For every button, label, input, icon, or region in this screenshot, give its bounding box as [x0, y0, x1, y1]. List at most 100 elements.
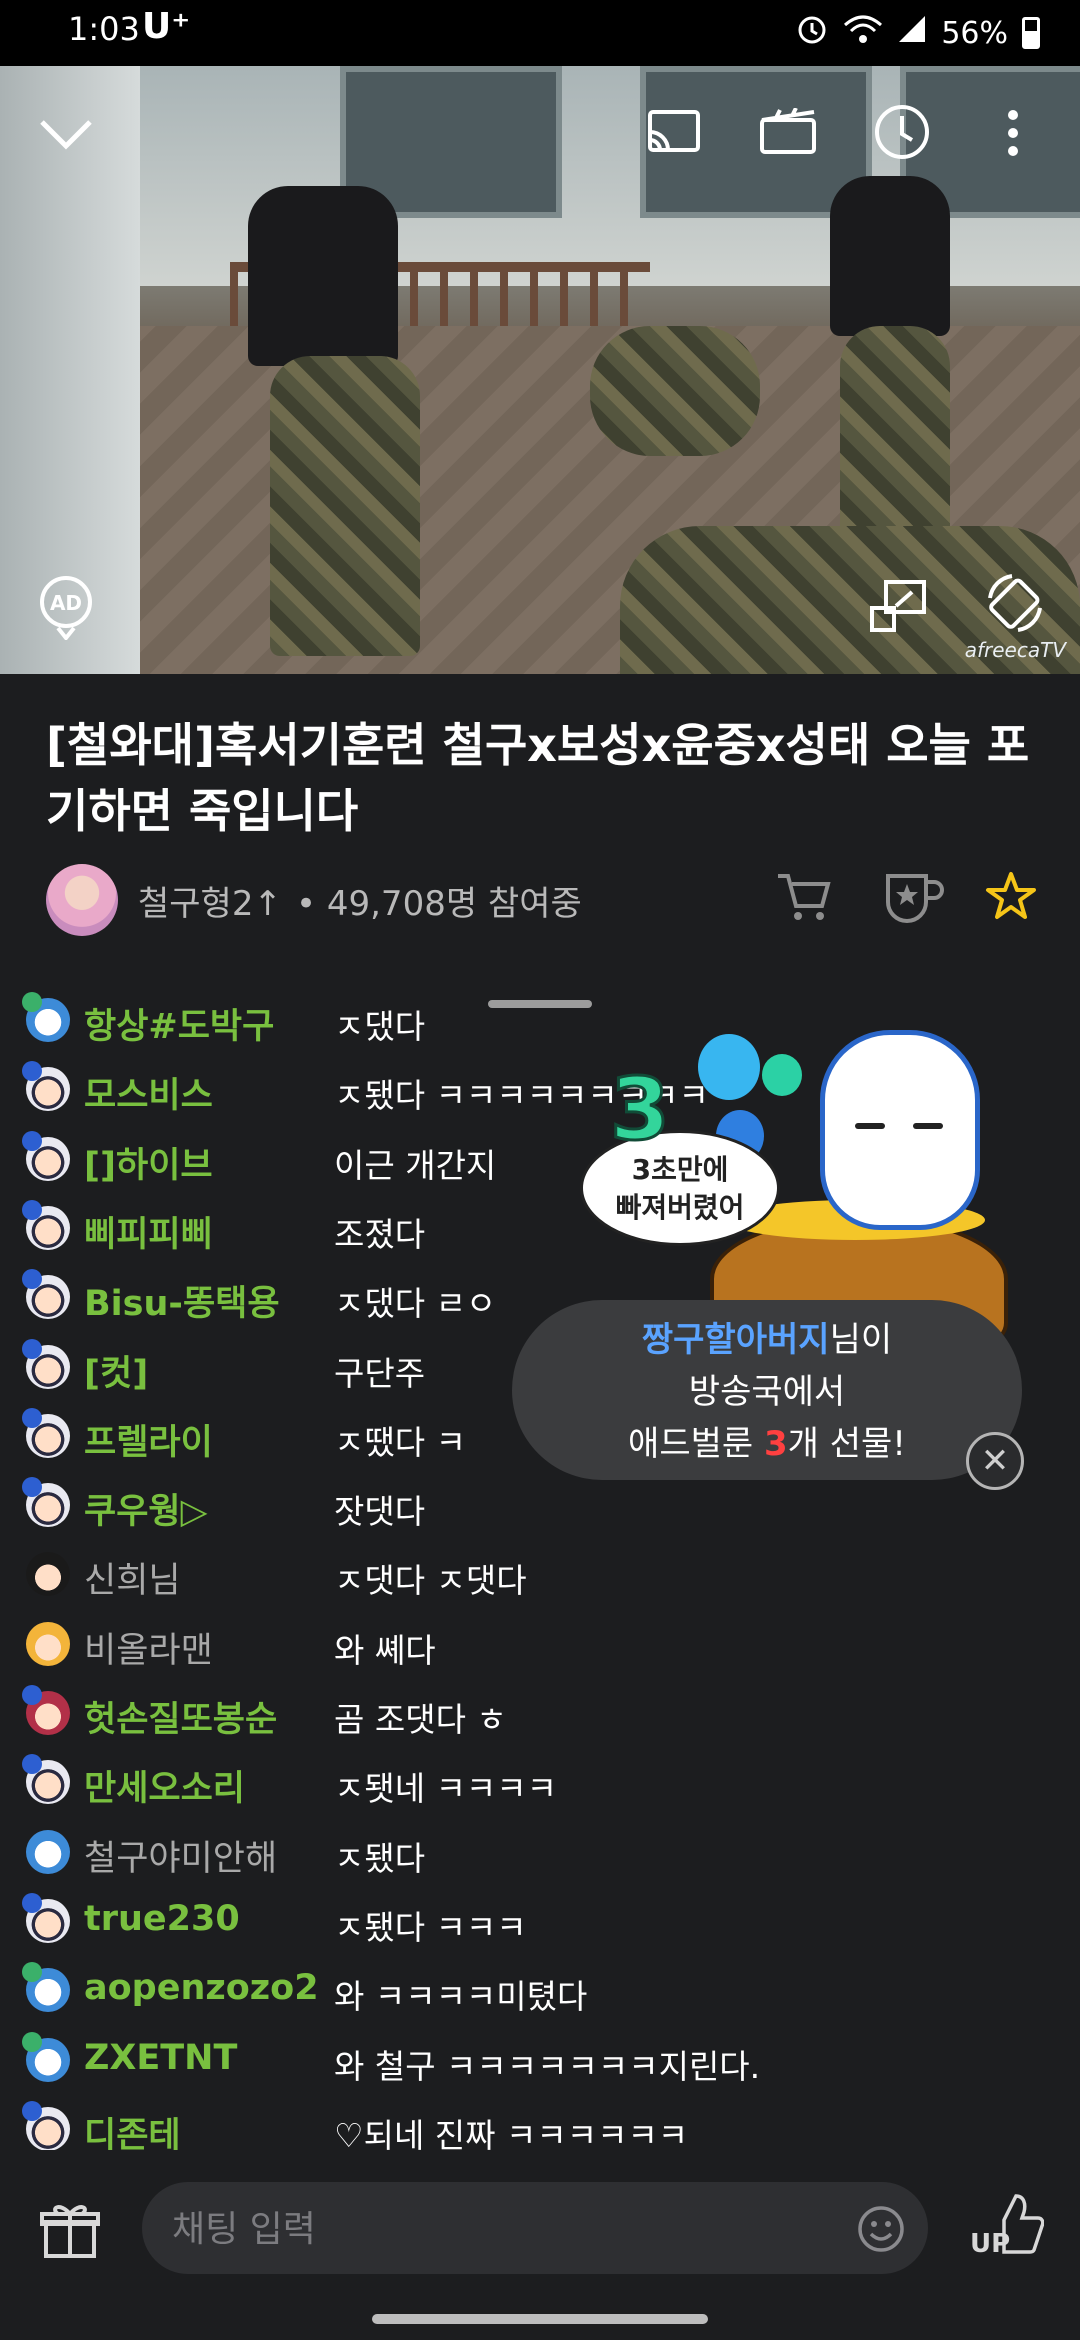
chat-text: ㅈ됐다 [334, 1838, 426, 1878]
user-badge-icon [26, 1552, 70, 1597]
chat-message[interactable]: 만세오소리 ㅈ됏네 ㅋㅋㅋㅋ [22, 1754, 1066, 1814]
user-badge-icon [22, 1685, 70, 1735]
video-player[interactable]: AD afreecaTV [0, 66, 1080, 674]
user-badge-icon [22, 1962, 70, 2013]
chat-username[interactable]: 비올라맨 [84, 1622, 213, 1673]
up-thumb-icon[interactable]: UP [968, 2190, 1045, 2264]
user-badge-icon [22, 1754, 70, 1805]
fan-badge-icon [22, 992, 42, 1012]
user-badge-icon [26, 1621, 70, 1666]
chat-username[interactable]: 철구야미안해 [84, 1830, 277, 1881]
fan-badge-icon [22, 2031, 42, 2052]
gifter-name[interactable]: 짱구할아버지 [642, 1320, 830, 1360]
afreeca-watermark: afreecaTV [964, 638, 1066, 662]
user-badge-icon [22, 1407, 70, 1458]
chat-username[interactable]: 만세오소리 [84, 1760, 245, 1811]
carrier-label: U⁺ [142, 6, 191, 47]
user-badge-icon [22, 1477, 70, 1528]
battery-icon [1022, 17, 1040, 49]
collapse-chevron-icon[interactable] [38, 114, 94, 154]
user-badge-icon [22, 1269, 70, 1320]
chat-username[interactable]: []하이브 [84, 1137, 213, 1188]
broadcast-title: [철와대]혹서기훈련 철구x보성x윤중x성태 오늘 포기하면 죽입니다 [46, 718, 1030, 838]
viewer-count: • 49,708명 참여중 [296, 884, 582, 924]
clock: 1:03 [68, 10, 140, 48]
fan-badge-icon [22, 1892, 42, 1913]
user-badge-icon [22, 2100, 70, 2151]
clip-icon[interactable] [758, 108, 818, 156]
minimize-screen-icon[interactable] [868, 578, 928, 634]
favorite-star-icon[interactable] [984, 870, 1038, 928]
chat-username[interactable]: 쿠우웡▷ [84, 1483, 208, 1534]
signal-icon [897, 14, 927, 52]
chat-username[interactable]: 삐피피삐 [84, 1206, 213, 1257]
chat-text: 잣댓다 [334, 1492, 426, 1532]
fan-badge-icon [22, 1685, 42, 1705]
home-indicator[interactable] [372, 2314, 708, 2324]
user-badge-icon [22, 1130, 70, 1181]
user-badge-icon [22, 1338, 70, 1389]
chat-username[interactable]: Bisu-똥택용 [84, 1275, 280, 1326]
chat-text: ㅈ땠다 ㅋ [334, 1422, 466, 1462]
more-options-icon[interactable] [1006, 108, 1020, 158]
balloon-blue [698, 1034, 760, 1100]
rotate-screen-icon[interactable] [982, 570, 1048, 636]
status-icons: 56% [795, 12, 1040, 54]
chat-text: ㅈ댓다 ㅈ댓다 [334, 1561, 527, 1601]
chat-input-box[interactable] [142, 2182, 928, 2276]
chat-message[interactable]: aopenzozo2 와 ㅋㅋㅋㅋ미텼다 [22, 1962, 1066, 2022]
fan-badge-icon [22, 2100, 42, 2121]
status-bar: 1:03 U⁺ 56% [0, 0, 1080, 66]
chat-message[interactable]: ZXETNT 와 철구 ㅋㅋㅋㅋㅋㅋㅋ지린다. [22, 2031, 1066, 2092]
broadcast-meta: 철구형2↑ • 49,708명 참여중 [46, 862, 1046, 936]
emoji-icon[interactable] [856, 2204, 906, 2258]
chat-text: 이근 개간지 [334, 1145, 497, 1185]
chat-message[interactable]: 철구야미안해 ㅈ됐다 [26, 1824, 1066, 1884]
streamer-name[interactable]: 철구형2↑ [138, 876, 282, 925]
chat-username[interactable]: ZXETNT [84, 2038, 237, 2078]
chat-text: ㅈ됐다 ㅋㅋㅋ [334, 1907, 527, 1947]
shop-cart-icon[interactable] [776, 870, 832, 928]
user-badge-icon [22, 1892, 70, 1943]
subscribe-cup-icon[interactable] [882, 870, 944, 928]
chat-message[interactable]: 쿠우웡▷ 잣댓다 [22, 1477, 1066, 1537]
fan-badge-icon [22, 1130, 42, 1151]
wifi-icon [843, 13, 883, 53]
chat-username[interactable]: 프렐라이 [84, 1414, 213, 1465]
chat-message[interactable]: 신희님 ㅈ댓다 ㅈ댓다 [26, 1546, 1066, 1606]
fan-badge-icon [22, 1338, 42, 1359]
balloon-green [762, 1054, 802, 1096]
fan-badge-icon [22, 1962, 42, 1983]
chat-text: ㅈ됏네 ㅋㅋㅋㅋ [334, 1769, 558, 1809]
chat-text: 와 철구 ㅋㅋㅋㅋㅋㅋㅋ지린다. [334, 2046, 761, 2086]
chat-username[interactable]: 모스비스 [84, 1067, 213, 1118]
chat-username[interactable]: 신희님 [84, 1552, 181, 1603]
chat-message[interactable]: 헛손질또봉순 곰 조댓다 ㅎ [22, 1685, 1066, 1745]
gift-icon[interactable] [40, 2200, 100, 2264]
svg-text:AD: AD [50, 591, 82, 615]
chat-text: 와 쎼다 [334, 1630, 436, 1670]
user-badge-icon [22, 1199, 70, 1250]
svg-text:UP: UP [970, 2229, 1010, 2259]
chat-input-field[interactable] [170, 2182, 854, 2276]
chat-username[interactable]: 헛손질또봉순 [84, 1691, 277, 1742]
gift-count: 3 [763, 1424, 788, 1464]
chat-username[interactable]: [컷] [84, 1345, 148, 1396]
gift-sticker: 3초만에 빠져버렸어 3 [540, 1030, 1010, 1343]
fan-badge-icon [22, 1269, 42, 1290]
chat-message[interactable]: 비올라맨 와 쎼다 [26, 1616, 1066, 1676]
fan-badge-icon [22, 1477, 42, 1498]
ad-icon[interactable]: AD [36, 574, 96, 640]
chat-text: 와 ㅋㅋㅋㅋ미텼다 [334, 1977, 588, 2017]
timeshift-icon[interactable] [872, 102, 932, 162]
chat-username[interactable]: 항상#도박구 [84, 998, 274, 1049]
cast-icon[interactable] [646, 108, 702, 156]
user-badge-icon [22, 992, 70, 1042]
chat-username[interactable]: aopenzozo2 [84, 1968, 319, 2008]
close-gift-toast-button[interactable]: ✕ [966, 1432, 1024, 1490]
chat-username[interactable]: true230 [84, 1899, 240, 1939]
chat-message[interactable]: true230 ㅈ됐다 ㅋㅋㅋ [22, 1892, 1066, 1953]
user-badge-icon [26, 1829, 70, 1874]
person-left [248, 186, 398, 366]
streamer-avatar[interactable] [46, 864, 118, 936]
